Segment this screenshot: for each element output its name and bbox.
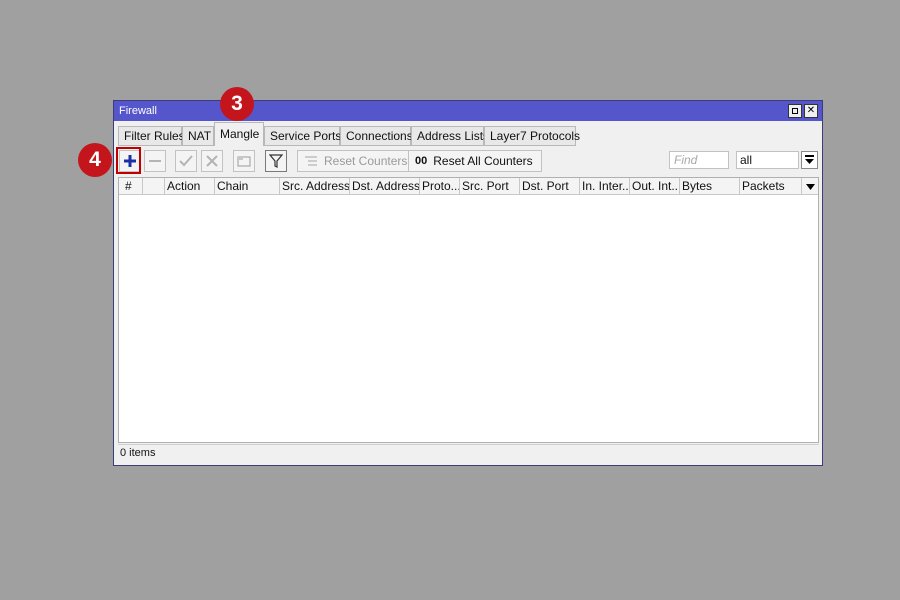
column-src-port[interactable]: Src. Port (460, 178, 520, 195)
column-in-interface[interactable]: In. Inter... (580, 178, 630, 195)
restore-button[interactable] (788, 104, 802, 118)
column-bytes[interactable]: Bytes (680, 178, 740, 195)
tab-mangle[interactable]: Mangle (214, 122, 264, 146)
column-protocol[interactable]: Proto... (420, 178, 460, 195)
toolbar: Reset Counters 00 Reset All Counters Fin… (114, 148, 822, 174)
comment-button[interactable] (233, 150, 255, 172)
tab-address-lists[interactable]: Address Lists (411, 126, 489, 146)
counter-icon: 00 (415, 155, 428, 167)
step-4-badge: 4 (78, 143, 112, 177)
table-header: # Action Chain Src. Address Dst. Address… (119, 178, 818, 195)
enable-button[interactable] (175, 150, 197, 172)
reset-all-counters-label: Reset All Counters (433, 154, 533, 168)
chevron-down-icon (805, 155, 814, 164)
filter-dropdown-button[interactable] (801, 151, 818, 169)
filter-select[interactable]: all (736, 151, 799, 169)
restore-icon (792, 108, 798, 114)
column-action[interactable]: Action (165, 178, 215, 195)
column-out-interface[interactable]: Out. Int... (630, 178, 680, 195)
disable-button[interactable] (201, 150, 223, 172)
minus-icon (149, 160, 161, 162)
window-title: Firewall (119, 105, 157, 117)
remove-button[interactable] (144, 150, 166, 172)
cross-icon (206, 155, 218, 167)
status-bar: 0 items (118, 444, 819, 462)
close-button[interactable]: ✕ (804, 104, 818, 118)
close-icon: ✕ (806, 105, 816, 116)
tab-connections[interactable]: Connections (340, 126, 413, 146)
column-menu-button[interactable] (802, 178, 818, 195)
column-number[interactable]: # (119, 178, 143, 195)
filter-button[interactable] (265, 150, 287, 172)
column-chain[interactable]: Chain (215, 178, 280, 195)
reset-counters-button[interactable]: Reset Counters (297, 150, 417, 172)
column-packets[interactable]: Packets (740, 178, 802, 195)
column-src-address[interactable]: Src. Address (280, 178, 350, 195)
firewall-window: Firewall ✕ Filter Rules NAT Mangle Servi… (113, 100, 823, 466)
caret-down-icon (805, 183, 815, 190)
find-input[interactable]: Find (669, 151, 729, 169)
column-dst-port[interactable]: Dst. Port (520, 178, 580, 195)
add-button-highlight (116, 147, 141, 174)
step-3-badge: 3 (220, 87, 254, 121)
funnel-icon (269, 154, 283, 168)
reset-counters-label: Reset Counters (324, 154, 408, 168)
column-flags[interactable] (143, 178, 165, 195)
comment-icon (237, 156, 251, 167)
tab-filter-rules[interactable]: Filter Rules (118, 126, 185, 146)
list-icon (305, 156, 317, 166)
tab-service-ports[interactable]: Service Ports (264, 126, 341, 146)
column-dst-address[interactable]: Dst. Address (350, 178, 420, 195)
tab-nat[interactable]: NAT (182, 126, 214, 146)
tab-layer7-protocols[interactable]: Layer7 Protocols (484, 126, 580, 146)
rules-table: # Action Chain Src. Address Dst. Address… (118, 177, 819, 443)
check-icon (179, 155, 193, 167)
reset-all-counters-button[interactable]: 00 Reset All Counters (408, 150, 542, 172)
